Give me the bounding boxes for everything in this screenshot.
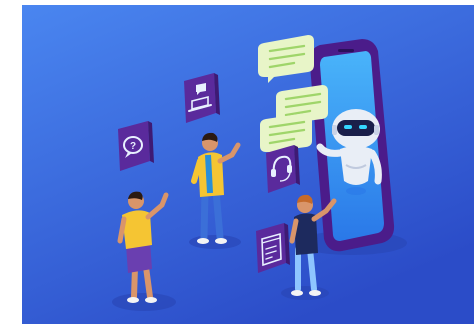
background xyxy=(22,5,474,324)
svg-text:?: ? xyxy=(130,141,136,152)
chatbot-illustration: ? xyxy=(22,5,474,324)
